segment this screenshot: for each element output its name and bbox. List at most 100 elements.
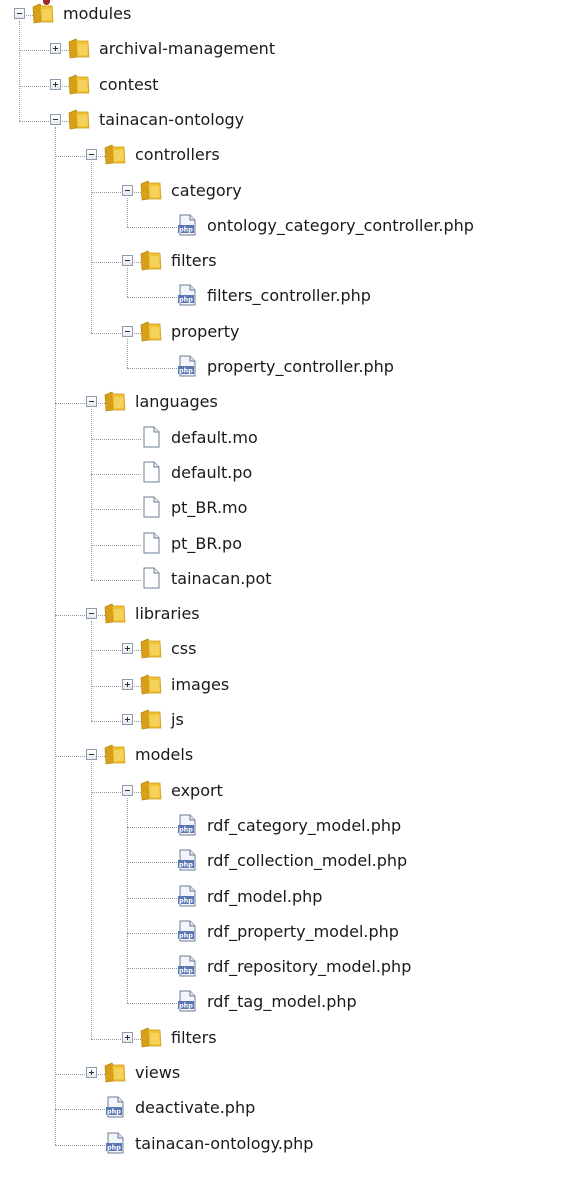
folder-icon [139, 636, 163, 660]
file-icon [139, 495, 163, 519]
tree-item-pt-br-po[interactable]: pt_BR.po [0, 528, 573, 562]
collapse-toggle[interactable] [86, 396, 97, 408]
collapse-toggle[interactable] [122, 255, 133, 267]
collapse-toggle[interactable] [86, 149, 97, 161]
tree-item-label: default.mo [171, 427, 258, 447]
tree-item-rdf-model-php[interactable]: php rdf_model.php [0, 881, 573, 915]
php-badge-text: php [179, 861, 193, 869]
tree-item-libraries[interactable]: libraries [0, 598, 573, 632]
folder-icon [103, 389, 127, 413]
folder-icon [67, 36, 91, 60]
php-badge-text: php [179, 896, 193, 904]
expand-toggle[interactable] [122, 714, 133, 725]
collapse-toggle[interactable] [122, 784, 133, 796]
php-file-icon: php [103, 1131, 127, 1155]
file-icon [139, 531, 163, 555]
expand-toggle[interactable] [122, 643, 133, 655]
collapse-toggle[interactable] [122, 184, 133, 196]
tree-item-label: rdf_collection_model.php [207, 851, 408, 871]
expand-toggle[interactable] [122, 678, 133, 690]
tree-item-views[interactable]: views [0, 1057, 573, 1091]
file-tree: modules archival-management contest tainaca… [0, 0, 573, 1196]
tree-item-default-mo[interactable]: default.mo [0, 422, 573, 456]
folder-icon [103, 601, 127, 625]
tree-item-deactivate-php[interactable]: php deactivate.php [0, 1092, 573, 1126]
tree-item-pt-br-mo[interactable]: pt_BR.mo [0, 492, 573, 526]
tree-item-property[interactable]: property [0, 316, 573, 350]
tree-item-languages[interactable]: languages [0, 386, 573, 420]
tree-item-filters[interactable]: filters [0, 245, 573, 279]
tree-item-label: tainacan-ontology.php [135, 1133, 314, 1153]
folder-icon [139, 178, 163, 202]
folder-icon [139, 1025, 163, 1049]
tree-item-css[interactable]: css [0, 633, 573, 667]
tree-item-label: modules [63, 4, 132, 23]
tree-item-export[interactable]: export [0, 775, 573, 809]
folder-icon [139, 248, 163, 272]
expand-toggle[interactable] [50, 78, 61, 90]
tree-item-tainacan-ontology[interactable]: tainacan-ontology [0, 104, 573, 138]
tree-item-images[interactable]: images [0, 669, 573, 703]
tree-item-modules[interactable]: modules [0, 0, 573, 32]
tree-item-label: pt_BR.po [171, 533, 242, 553]
expand-toggle[interactable] [122, 1031, 133, 1043]
collapse-toggle[interactable] [122, 325, 133, 337]
tree-item-controllers[interactable]: controllers [0, 139, 573, 173]
tree-item-label: libraries [135, 604, 200, 624]
php-file-icon: php [175, 213, 199, 237]
tree-item-label: controllers [135, 145, 220, 165]
php-file-icon: php [175, 919, 199, 943]
tree-item-label: languages [135, 392, 218, 412]
collapse-toggle[interactable] [86, 608, 97, 620]
tree-item-property-controller-php[interactable]: php property_controller.php [0, 351, 573, 385]
folder-icon [67, 107, 91, 131]
folder-icon [103, 142, 127, 166]
folder-icon [67, 72, 91, 96]
collapse-toggle[interactable] [86, 749, 97, 761]
php-badge-text: php [179, 296, 193, 304]
collapse-toggle[interactable] [14, 8, 25, 19]
tree-item-label: filters [171, 1027, 217, 1047]
folder-icon [139, 319, 163, 343]
expand-toggle[interactable] [86, 1067, 97, 1078]
file-icon [139, 566, 163, 590]
php-file-icon: php [175, 989, 199, 1013]
tree-item-rdf-category-model-php[interactable]: php rdf_category_model.php [0, 810, 573, 844]
tree-item-label: filters_controller.php [207, 286, 371, 306]
tree-item-models[interactable]: models [0, 739, 573, 773]
tree-item-rdf-repository-model-php[interactable]: php rdf_repository_model.php [0, 951, 573, 985]
php-file-icon: php [175, 354, 199, 378]
file-icon [139, 460, 163, 484]
tree-item-label: contest [99, 74, 159, 94]
tree-item-label: models [135, 745, 194, 765]
expand-toggle[interactable] [50, 43, 61, 55]
file-icon [139, 425, 163, 449]
tree-item-rdf-tag-model-php[interactable]: php rdf_tag_model.php [0, 986, 573, 1020]
php-badge-text: php [107, 1108, 121, 1116]
tree-item-label: rdf_property_model.php [207, 921, 399, 941]
php-badge-text: php [179, 225, 193, 233]
tree-item-js[interactable]: js [0, 704, 573, 738]
tree-item-ontology-category-controller-php[interactable]: php ontology_category_controller.php [0, 210, 573, 244]
tree-item-rdf-property-model-php[interactable]: php rdf_property_model.php [0, 916, 573, 950]
tree-item-filters[interactable]: filters [0, 1022, 573, 1056]
tree-item-tainacan-ontology-php[interactable]: php tainacan-ontology.php [0, 1128, 573, 1162]
tree-item-archival-management[interactable]: archival-management [0, 33, 573, 67]
tree-item-label: images [171, 674, 230, 694]
tree-item-tainacan-pot[interactable]: tainacan.pot [0, 563, 573, 597]
tree-item-label: js [171, 710, 184, 729]
tree-item-label: ontology_category_controller.php [207, 215, 474, 235]
collapse-toggle[interactable] [50, 113, 61, 125]
tree-item-category[interactable]: category [0, 175, 573, 209]
folder-icon [139, 778, 163, 802]
tree-item-label: category [171, 180, 242, 200]
php-file-icon: php [175, 884, 199, 908]
tree-item-contest[interactable]: contest [0, 69, 573, 103]
tree-item-filters-controller-php[interactable]: php filters_controller.php [0, 280, 573, 314]
php-file-icon: php [103, 1095, 127, 1119]
tree-item-rdf-collection-model-php[interactable]: php rdf_collection_model.php [0, 845, 573, 879]
tree-item-default-po[interactable]: default.po [0, 457, 573, 491]
tree-item-label: property_controller.php [207, 357, 394, 376]
tree-item-label: rdf_model.php [207, 886, 323, 906]
folder-icon [139, 707, 163, 731]
